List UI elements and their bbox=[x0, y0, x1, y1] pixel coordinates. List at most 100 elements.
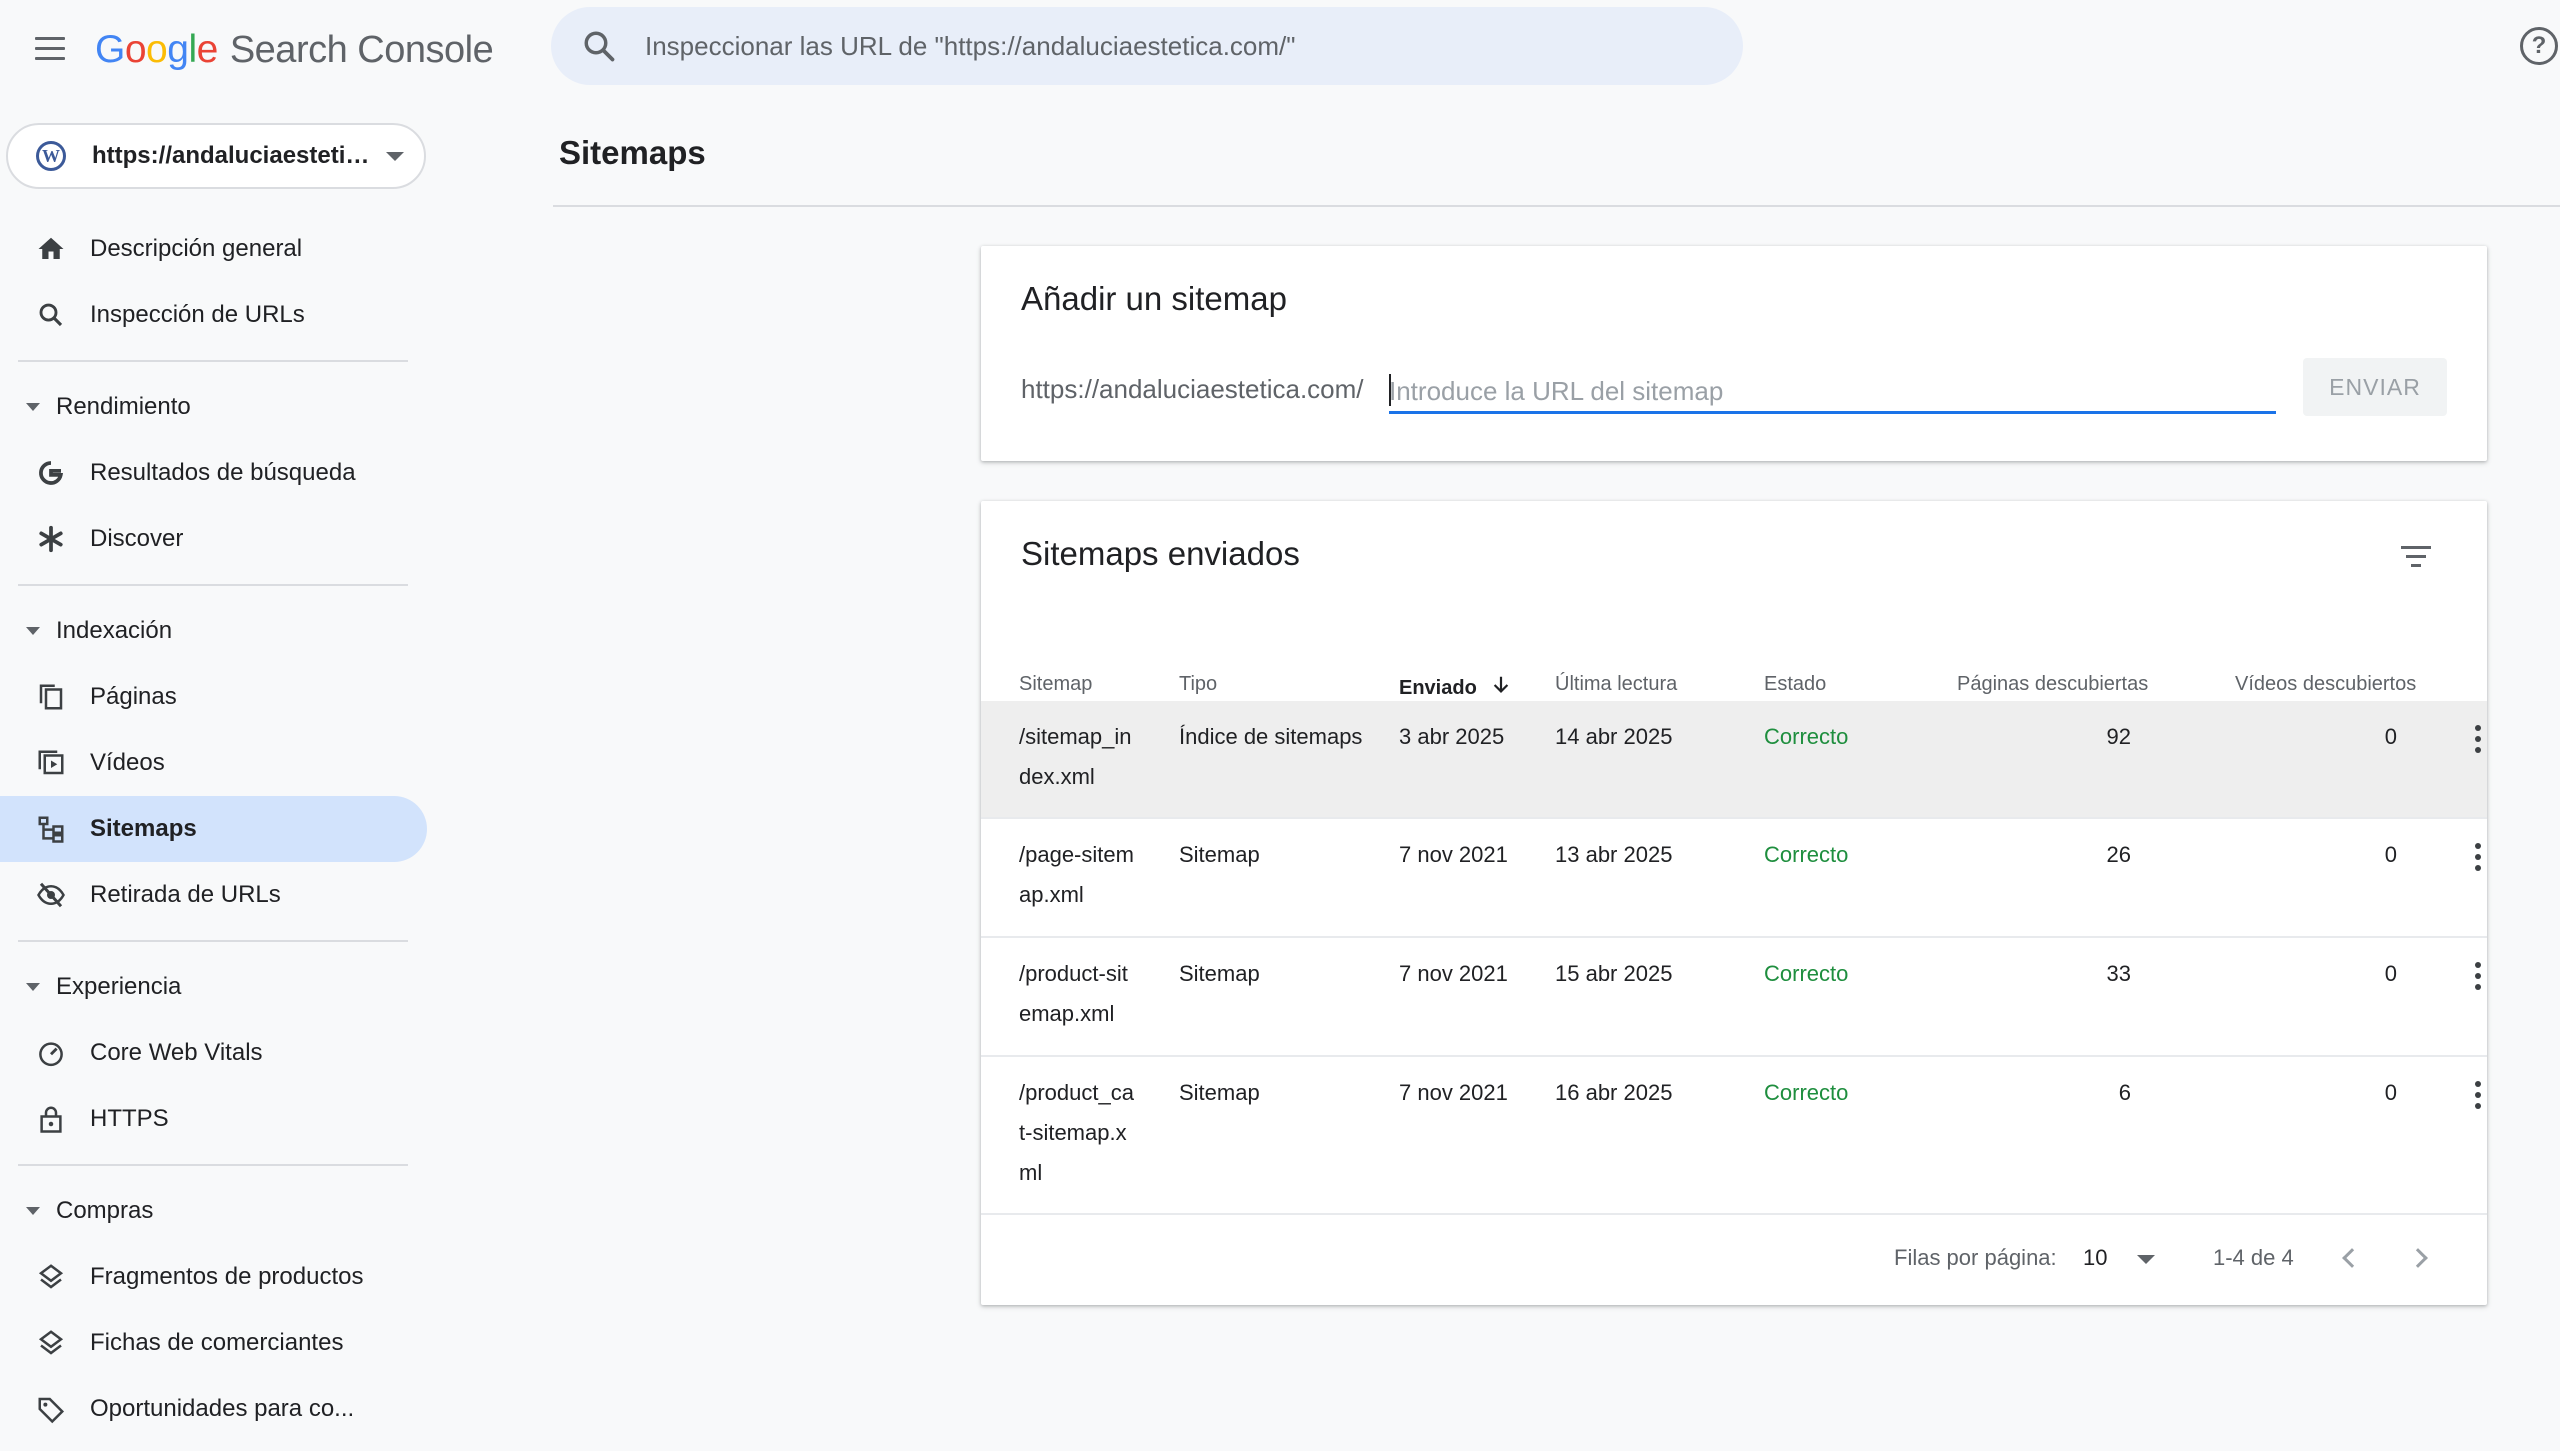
pagination: Filas por página: 10 1-4 de 4 bbox=[981, 1229, 2487, 1289]
more-options-icon[interactable] bbox=[2473, 1081, 2483, 1109]
gauge-icon bbox=[36, 1038, 66, 1068]
video-icon bbox=[36, 748, 66, 778]
sidebar-item-product-snippets[interactable]: Fragmentos de productos bbox=[0, 1244, 427, 1310]
property-selector[interactable]: W https://andaluciaestetica.com/ bbox=[6, 123, 426, 189]
sidebar-nav: Descripción general Inspección de URLs R… bbox=[0, 216, 430, 1442]
column-header-status[interactable]: Estado bbox=[1764, 673, 1826, 696]
add-sitemap-title: Añadir un sitemap bbox=[1021, 280, 1287, 317]
sidebar-item-overview[interactable]: Descripción general bbox=[0, 216, 427, 282]
search-input[interactable] bbox=[645, 30, 1645, 62]
sidebar-section-performance[interactable]: Rendimiento bbox=[0, 374, 430, 440]
caret-down-icon bbox=[26, 403, 40, 411]
previous-page-button[interactable] bbox=[2331, 1241, 2371, 1277]
sidebar-item-removals[interactable]: Retirada de URLs bbox=[0, 862, 427, 928]
url-prefix: https://andaluciaestetica.com/ bbox=[1021, 374, 1364, 404]
sidebar-item-pages[interactable]: Páginas bbox=[0, 664, 427, 730]
cell-status: Correcto bbox=[1764, 1080, 1849, 1105]
chevron-right-icon bbox=[2408, 1248, 2428, 1268]
column-header-last-read[interactable]: Última lectura bbox=[1555, 673, 1677, 696]
tag-icon bbox=[36, 1394, 66, 1424]
layers-icon bbox=[36, 1262, 66, 1292]
sidebar-item-discover[interactable]: Discover bbox=[0, 506, 427, 572]
search-icon bbox=[584, 31, 615, 62]
rows-per-page-value: 10 bbox=[2083, 1245, 2108, 1270]
sidebar-section-shopping[interactable]: Compras bbox=[0, 1178, 430, 1244]
cell-videos: 0 bbox=[2384, 842, 2397, 867]
sidebar-item-videos[interactable]: Vídeos bbox=[0, 730, 427, 796]
cell-last-read: 14 abr 2025 bbox=[1555, 724, 1673, 749]
section-label: Indexación bbox=[56, 617, 173, 644]
column-header-label: Enviado bbox=[1399, 677, 1477, 699]
sidebar-item-merchant-listings[interactable]: Fichas de comerciantes bbox=[0, 1310, 427, 1376]
sidebar-item-label: Páginas bbox=[90, 683, 177, 710]
app-logo[interactable]: Google Search Console bbox=[95, 24, 494, 76]
sidebar-item-label: Fragmentos de productos bbox=[90, 1263, 364, 1290]
sidebar-item-search-results[interactable]: Resultados de búsqueda bbox=[0, 440, 427, 506]
main-menu-button[interactable] bbox=[28, 26, 72, 70]
pages-icon bbox=[36, 682, 66, 712]
cell-sitemap: /product-sitemap.xml bbox=[1019, 961, 1128, 1026]
sidebar-item-label: Vídeos bbox=[90, 749, 165, 776]
wordpress-icon: W bbox=[36, 141, 66, 171]
cell-pages: 92 bbox=[2106, 724, 2131, 749]
sidebar-item-label: Resultados de búsqueda bbox=[90, 459, 356, 486]
column-header-sitemap[interactable]: Sitemap bbox=[1019, 673, 1092, 696]
submit-sitemap-button[interactable]: ENVIAR bbox=[2303, 358, 2447, 416]
sidebar-item-https[interactable]: HTTPS bbox=[0, 1086, 427, 1152]
table-row[interactable]: /sitemap_index.xml Índice de sitemaps 3 … bbox=[981, 701, 2487, 819]
caret-down-icon bbox=[26, 627, 40, 635]
cell-type: Índice de sitemaps bbox=[1179, 724, 1363, 749]
cell-last-read: 16 abr 2025 bbox=[1555, 1080, 1673, 1105]
caret-down-icon bbox=[26, 1207, 40, 1215]
sidebar-item-label: Fichas de comerciantes bbox=[90, 1329, 344, 1356]
filter-icon[interactable] bbox=[2391, 531, 2441, 581]
cell-sitemap: /product_cat-sitemap.xml bbox=[1019, 1080, 1134, 1185]
cell-submitted: 3 abr 2025 bbox=[1399, 724, 1505, 749]
lock-icon bbox=[36, 1104, 66, 1134]
cell-sitemap: /page-sitemap.xml bbox=[1019, 842, 1134, 907]
cell-submitted: 7 nov 2021 bbox=[1399, 961, 1508, 986]
column-header-type[interactable]: Tipo bbox=[1179, 673, 1217, 696]
sitemap-url-input[interactable] bbox=[1389, 364, 2276, 414]
next-page-button[interactable] bbox=[2401, 1241, 2441, 1277]
sidebar-item-shopping-opportunities[interactable]: Oportunidades para co... bbox=[0, 1376, 427, 1442]
url-inspection-search[interactable] bbox=[551, 7, 1743, 85]
sidebar-item-label: Core Web Vitals bbox=[90, 1039, 263, 1066]
sidebar-item-core-web-vitals[interactable]: Core Web Vitals bbox=[0, 1020, 427, 1086]
sidebar-item-sitemaps[interactable]: Sitemaps bbox=[0, 796, 427, 862]
rows-per-page-select[interactable]: 10 bbox=[2083, 1235, 2163, 1281]
table-row[interactable]: /page-sitemap.xml Sitemap 7 nov 2021 13 … bbox=[981, 819, 2487, 938]
more-options-icon[interactable] bbox=[2473, 725, 2483, 753]
sidebar-item-label: Retirada de URLs bbox=[90, 881, 281, 908]
asterisk-icon bbox=[36, 524, 66, 554]
table-row[interactable]: /product-sitemap.xml Sitemap 7 nov 2021 … bbox=[981, 938, 2487, 1057]
section-label: Experiencia bbox=[56, 973, 182, 1000]
sidebar-item-label: Discover bbox=[90, 525, 184, 552]
cell-type: Sitemap bbox=[1179, 842, 1260, 867]
product-name: Search Console bbox=[229, 28, 494, 71]
title-divider bbox=[553, 205, 2560, 207]
cell-submitted: 7 nov 2021 bbox=[1399, 842, 1508, 867]
cell-videos: 0 bbox=[2384, 724, 2397, 749]
submitted-sitemaps-card: Sitemaps enviados Sitemap Tipo Enviado Ú… bbox=[981, 501, 2487, 1305]
more-options-icon[interactable] bbox=[2473, 843, 2483, 871]
column-header-pages[interactable]: Páginas descubiertas bbox=[1957, 673, 2148, 696]
sidebar-item-url-inspection[interactable]: Inspección de URLs bbox=[0, 282, 427, 348]
sidebar-section-experience[interactable]: Experiencia bbox=[0, 954, 430, 1020]
column-header-videos[interactable]: Vídeos descubiertos bbox=[2235, 673, 2416, 696]
help-icon[interactable]: ? bbox=[2520, 27, 2558, 65]
cell-videos: 0 bbox=[2384, 961, 2397, 986]
table-row[interactable]: /product_cat-sitemap.xml Sitemap 7 nov 2… bbox=[981, 1057, 2487, 1215]
layers-icon bbox=[36, 1328, 66, 1358]
cell-sitemap: /sitemap_index.xml bbox=[1019, 724, 1132, 789]
sidebar-section-indexing[interactable]: Indexación bbox=[0, 598, 430, 664]
rows-per-page-label: Filas por página: bbox=[1894, 1245, 2057, 1270]
sidebar-divider bbox=[18, 584, 408, 586]
more-options-icon[interactable] bbox=[2473, 962, 2483, 990]
column-header-submitted[interactable]: Enviado bbox=[1399, 673, 1512, 700]
cell-videos: 0 bbox=[2384, 1080, 2397, 1105]
sidebar-divider bbox=[18, 360, 408, 362]
page-range: 1-4 de 4 bbox=[2213, 1245, 2294, 1270]
sidebar-item-label: Inspección de URLs bbox=[90, 301, 305, 328]
cell-pages: 33 bbox=[2106, 961, 2131, 986]
